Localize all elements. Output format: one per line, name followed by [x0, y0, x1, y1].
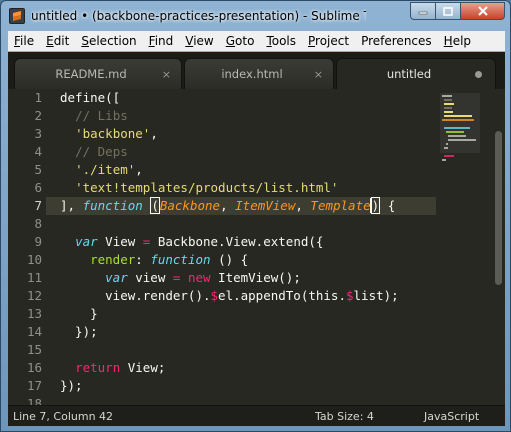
- minimap-line: [442, 95, 452, 97]
- line-number: 17: [26, 378, 42, 393]
- code-line-16: return View;: [75, 360, 166, 375]
- status-bar: Line 7, Column 42 Tab Size: 4 JavaScript: [8, 405, 505, 426]
- editor: README.md × index.html × untitled 1 2 3 …: [8, 52, 505, 426]
- syntax-selector[interactable]: JavaScript: [424, 410, 479, 423]
- minimap-line: [444, 107, 452, 109]
- line-number: 4: [34, 144, 42, 159]
- code-line-17: });: [60, 378, 83, 393]
- minimap-line: [446, 131, 464, 133]
- menu-help[interactable]: Help: [438, 34, 477, 48]
- menu-goto[interactable]: Goto: [220, 34, 261, 48]
- menu-edit[interactable]: Edit: [40, 34, 75, 48]
- menu-find[interactable]: Find: [143, 34, 180, 48]
- line-number: 15: [26, 342, 42, 357]
- menu-selection[interactable]: Selection: [75, 34, 142, 48]
- code-line-9: var View = Backbone.View.extend({: [75, 234, 324, 249]
- tab-close-icon[interactable]: ×: [162, 68, 171, 81]
- menu-view[interactable]: View: [179, 34, 219, 48]
- code-line-6: 'text!templates/products/list.html': [75, 180, 339, 195]
- cursor-position: Line 7, Column 42: [13, 410, 114, 423]
- minimap-line: [448, 139, 476, 141]
- code-area[interactable]: 1 2 3 4 5 6 7 8 9 10 11 12 13 14 15 16 1…: [8, 89, 505, 405]
- menu-preferences[interactable]: Preferences: [355, 34, 438, 48]
- tab-label: index.html: [221, 67, 283, 81]
- tab-label: untitled: [386, 67, 432, 81]
- code-line-4: // Deps: [75, 144, 128, 159]
- line-number: 14: [26, 324, 42, 339]
- sublime-window: untitled • (backbone-practices-presentat…: [0, 0, 511, 432]
- code-text[interactable]: define([ // Libs 'backbone', // Deps './…: [60, 89, 430, 405]
- close-window-button[interactable]: [461, 2, 505, 20]
- minimap-line: [444, 147, 448, 149]
- minimap-line: [444, 111, 453, 113]
- window-title: untitled • (backbone-practices-presentat…: [31, 9, 366, 23]
- line-number: 3: [34, 126, 42, 141]
- unsaved-dot-icon[interactable]: [475, 70, 482, 78]
- close-icon: [477, 6, 488, 16]
- minimap-line: [444, 127, 470, 129]
- minimap-line: [446, 143, 448, 145]
- tab-readme[interactable]: README.md ×: [14, 58, 182, 89]
- tab-label: README.md: [55, 67, 127, 81]
- matched-bracket-close: ): [370, 197, 381, 214]
- tab-bar: README.md × index.html × untitled: [8, 52, 505, 89]
- menu-file[interactable]: File: [8, 34, 40, 48]
- code-line-11: var view = new ItemView();: [105, 270, 301, 285]
- line-gutter: 1 2 3 4 5 6 7 8 9 10 11 12 13 14 15 16 1…: [8, 89, 46, 405]
- line-number: 5: [34, 162, 42, 177]
- line-number: 11: [26, 270, 42, 285]
- code-line-12: view.render().$el.appendTo(this.$list);: [60, 288, 399, 303]
- line-number: 13: [26, 306, 42, 321]
- menu-project[interactable]: Project: [302, 34, 355, 48]
- minimize-button[interactable]: [410, 2, 436, 20]
- menu-bar: File Edit Selection Find View Goto Tools…: [8, 31, 505, 51]
- code-line-3: 'backbone',: [75, 126, 158, 141]
- code-line-1: define([: [60, 90, 121, 105]
- minimap-line: [442, 119, 474, 121]
- line-number: 6: [34, 180, 42, 195]
- code-line-14: });: [60, 324, 98, 339]
- code-line-7: ], function (Backbone, ItemView, Templat…: [60, 197, 396, 214]
- line-number: 8: [34, 216, 42, 231]
- minimap-line: [448, 135, 466, 137]
- minimap[interactable]: [440, 93, 480, 163]
- line-number: 9: [34, 234, 42, 249]
- line-number-current: 7: [34, 198, 42, 213]
- line-number: 16: [26, 360, 42, 375]
- code-line-5: './item',: [75, 162, 143, 177]
- line-number: 10: [26, 252, 42, 267]
- minimap-line: [442, 159, 446, 161]
- line-number: 12: [26, 288, 42, 303]
- matched-bracket-open: (: [150, 197, 160, 214]
- menu-tools[interactable]: Tools: [260, 34, 302, 48]
- code-line-10: render: function () {: [90, 252, 249, 267]
- tab-index-html[interactable]: index.html ×: [184, 58, 334, 89]
- tab-size-selector[interactable]: Tab Size: 4: [315, 410, 374, 423]
- minimize-icon: [418, 11, 428, 15]
- sublime-app-icon[interactable]: [9, 8, 25, 24]
- line-number: 18: [26, 396, 42, 405]
- vertical-scrollbar[interactable]: [495, 131, 502, 285]
- minimap-line: [444, 99, 452, 101]
- tab-close-icon[interactable]: ×: [314, 68, 323, 81]
- minimap-line: [444, 155, 454, 157]
- tab-untitled[interactable]: untitled: [336, 58, 496, 89]
- maximize-button[interactable]: [436, 2, 461, 20]
- minimap-line: [444, 103, 454, 105]
- line-number: 2: [34, 108, 42, 123]
- code-line-13: }: [60, 306, 98, 321]
- title-bar[interactable]: untitled • (backbone-practices-presentat…: [1, 1, 510, 31]
- maximize-icon: [443, 6, 453, 16]
- window-controls: [410, 2, 505, 20]
- code-line-2: // Libs: [75, 108, 128, 123]
- minimap-line: [444, 115, 472, 117]
- line-number: 1: [34, 90, 42, 105]
